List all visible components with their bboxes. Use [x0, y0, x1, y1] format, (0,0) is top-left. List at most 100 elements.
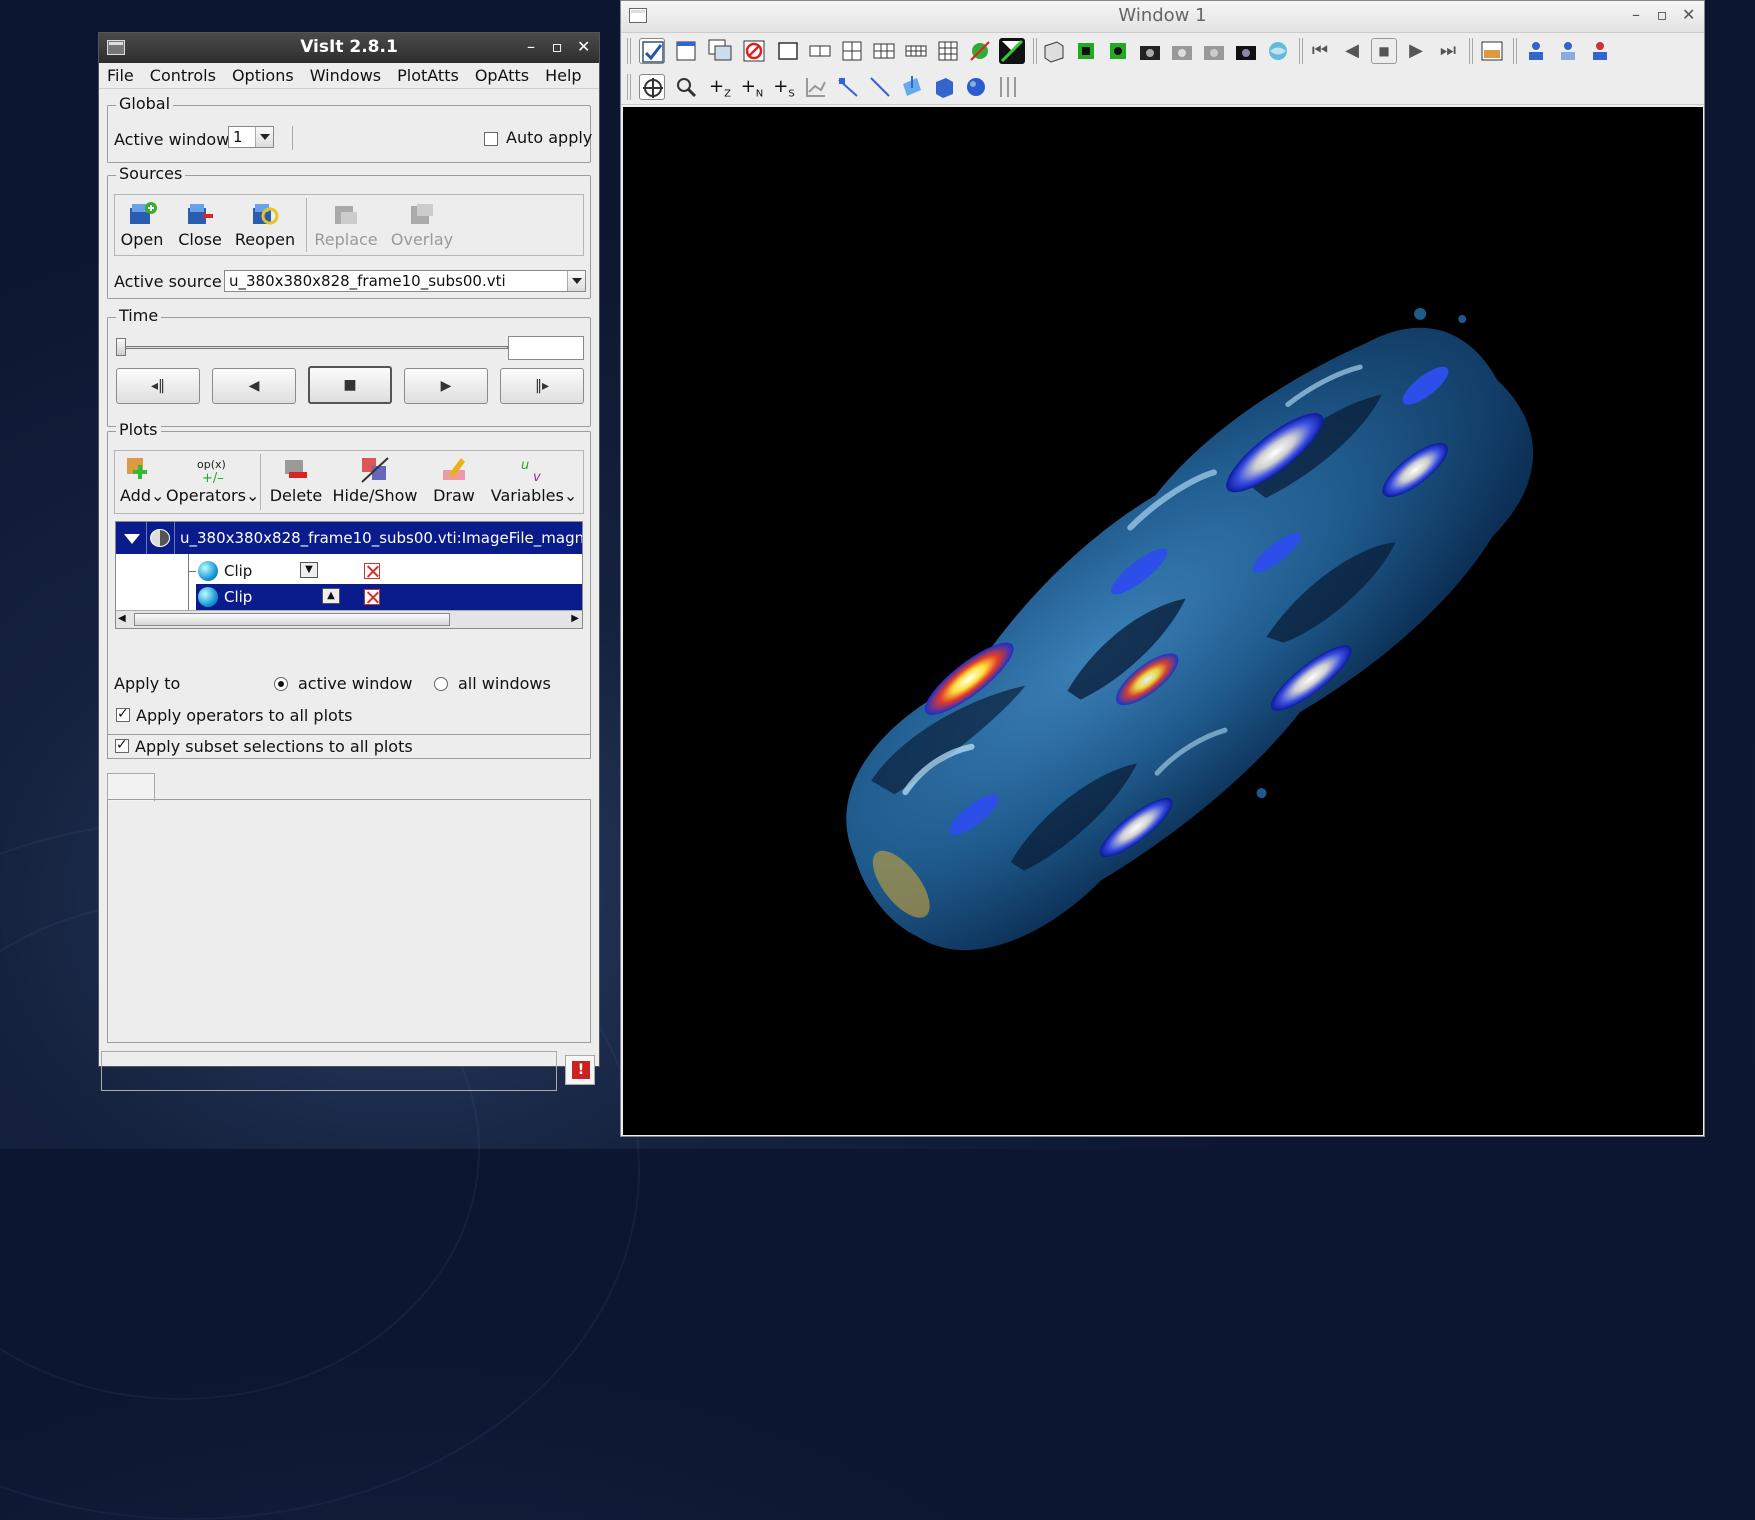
checkmark-icon[interactable] — [639, 38, 665, 64]
menu-plotatts[interactable]: PlotAtts — [397, 66, 459, 85]
lock-view-camera-icon[interactable] — [1201, 38, 1227, 64]
layout-2x4-icon[interactable] — [903, 38, 929, 64]
scrollbar-thumb[interactable] — [134, 613, 450, 626]
apply-active-window-radio[interactable] — [274, 677, 288, 691]
play-icon[interactable]: ▶ — [1403, 38, 1429, 64]
visibility-toggle-icon[interactable] — [150, 529, 170, 547]
move-up-icon[interactable]: ▲ — [322, 588, 340, 604]
plot-list-row[interactable]: u_380x380x828_frame10_subs00.vti:ImageFi… — [116, 522, 582, 554]
tab-stub[interactable] — [107, 773, 155, 801]
spin-mode-icon[interactable] — [967, 38, 993, 64]
hide-show-button[interactable]: Hide/Show — [330, 456, 420, 505]
maximize-icon[interactable]: ▫ — [551, 37, 563, 56]
replace-button[interactable]: Replace — [314, 200, 378, 249]
camera-icon[interactable] — [1233, 38, 1259, 64]
reverse-play-button[interactable]: ◀ — [212, 368, 296, 404]
line-pick-icon[interactable] — [835, 74, 861, 100]
close-icon[interactable]: ✕ — [577, 37, 590, 56]
layout-1x1-icon[interactable] — [775, 38, 801, 64]
plot-list[interactable]: u_380x380x828_frame10_subs00.vti:ImageFi… — [115, 521, 583, 629]
output-indicator-icon[interactable]: ! — [565, 1055, 595, 1085]
main-titlebar[interactable]: VisIt 2.8.1 – ▫ ✕ — [99, 33, 599, 63]
spreadsheet-pick-icon[interactable]: +S — [771, 74, 797, 100]
perspective-icon[interactable] — [1041, 38, 1067, 64]
time-slider-handle[interactable] — [116, 338, 126, 356]
menu-controls[interactable]: Controls — [150, 66, 216, 85]
horizontal-scrollbar[interactable]: ◀ ▶ — [116, 610, 582, 628]
remove-operator-icon[interactable] — [364, 589, 380, 605]
draw-button[interactable]: Draw — [430, 456, 478, 505]
variables-button[interactable]: uv Variables⌄ — [484, 456, 584, 505]
operator-row-clip-1[interactable]: Clip ▼ — [188, 558, 582, 584]
lineout-icon[interactable] — [1555, 38, 1581, 64]
sphere-tool-icon[interactable] — [963, 74, 989, 100]
minimize-icon[interactable]: – — [1630, 5, 1642, 24]
globe-icon[interactable] — [1265, 38, 1291, 64]
time-slider-track[interactable] — [118, 346, 508, 349]
menu-help[interactable]: Help — [545, 66, 581, 85]
previous-frame-button[interactable]: ◂‖ — [116, 368, 200, 404]
close-file-icon — [185, 200, 215, 228]
play-button[interactable]: ▶ — [404, 368, 488, 404]
box-tool-icon[interactable] — [931, 74, 957, 100]
layout-3x3-icon[interactable] — [935, 38, 961, 64]
curve-pick-icon[interactable] — [803, 74, 829, 100]
menu-file[interactable]: File — [107, 66, 134, 85]
next-frame-button[interactable]: ‖▸ — [500, 368, 584, 404]
active-source-combo[interactable]: u_380x380x828_frame10_subs00.vti — [224, 270, 586, 292]
remove-operator-icon[interactable] — [364, 563, 380, 579]
status-bar — [101, 1051, 557, 1091]
reverse-play-icon[interactable]: ◀ — [1339, 38, 1365, 64]
invert-background-icon[interactable] — [999, 38, 1025, 64]
render-viewport[interactable] — [623, 107, 1703, 1135]
last-frame-icon[interactable]: ⏭ — [1435, 38, 1461, 64]
plane-tool-icon[interactable] — [899, 74, 925, 100]
auto-apply-checkbox[interactable] — [484, 132, 498, 146]
axis-restriction-icon[interactable] — [995, 74, 1021, 100]
node-pick-icon[interactable]: +N — [739, 74, 765, 100]
open-button[interactable]: Open — [120, 200, 164, 249]
overlay-button[interactable]: Overlay — [390, 200, 454, 249]
close-icon[interactable]: ✕ — [1682, 5, 1695, 24]
first-frame-icon[interactable]: ⏮ — [1307, 38, 1333, 64]
viz-titlebar[interactable]: Window 1 – ▫ ✕ — [621, 1, 1704, 33]
active-window-combo[interactable]: 1 — [228, 126, 274, 148]
apply-operators-checkbox[interactable] — [116, 706, 130, 722]
time-field[interactable] — [508, 336, 584, 360]
navigate-mode-icon[interactable] — [639, 74, 665, 100]
stop-icon[interactable]: ■ — [1371, 38, 1397, 64]
operators-button[interactable]: op(x) +/– Operators⌄ — [166, 456, 259, 505]
minimize-icon[interactable]: – — [525, 37, 537, 56]
annotation-icon[interactable] — [1479, 38, 1505, 64]
menu-windows[interactable]: Windows — [310, 66, 381, 85]
zoom-icon[interactable] — [673, 74, 699, 100]
reopen-button[interactable]: Reopen — [234, 200, 296, 249]
stop-button[interactable]: ■ — [308, 366, 392, 404]
viz-window: Window 1 – ▫ ✕ ⏮ ◀ ■ ▶ ⏭ +Z +N +S — [620, 0, 1705, 1137]
zone-pick-icon[interactable]: +Z — [707, 74, 733, 100]
reset-view-icon[interactable] — [1073, 38, 1099, 64]
operator-row-clip-2[interactable]: Clip ▲ — [196, 584, 582, 610]
query-icon[interactable] — [1587, 38, 1613, 64]
pick-icon[interactable] — [1523, 38, 1549, 64]
apply-all-windows-radio[interactable] — [434, 677, 448, 691]
menu-opatts[interactable]: OpAtts — [475, 66, 529, 85]
time-group: Time ◂‖ ◀ ■ ▶ ‖▸ — [107, 306, 591, 427]
expand-triangle-icon[interactable] — [124, 534, 140, 544]
choose-view-camera-icon[interactable] — [1169, 38, 1195, 64]
recenter-view-icon[interactable] — [1105, 38, 1131, 64]
new-window-icon[interactable] — [673, 38, 699, 64]
move-down-icon[interactable]: ▼ — [300, 562, 318, 578]
menu-options[interactable]: Options — [232, 66, 294, 85]
close-source-button[interactable]: Close — [176, 200, 224, 249]
layout-2x2-icon[interactable] — [839, 38, 865, 64]
delete-window-icon[interactable] — [741, 38, 767, 64]
clone-window-icon[interactable] — [707, 38, 733, 64]
add-plot-button[interactable]: Add⌄ — [120, 456, 164, 505]
lineout-tool-icon[interactable] — [867, 74, 893, 100]
layout-1x2-icon[interactable] — [807, 38, 833, 64]
layout-2x3-icon[interactable] — [871, 38, 897, 64]
save-view-camera-icon[interactable] — [1137, 38, 1163, 64]
maximize-icon[interactable]: ▫ — [1656, 5, 1668, 24]
delete-plot-button[interactable]: Delete — [264, 456, 328, 505]
